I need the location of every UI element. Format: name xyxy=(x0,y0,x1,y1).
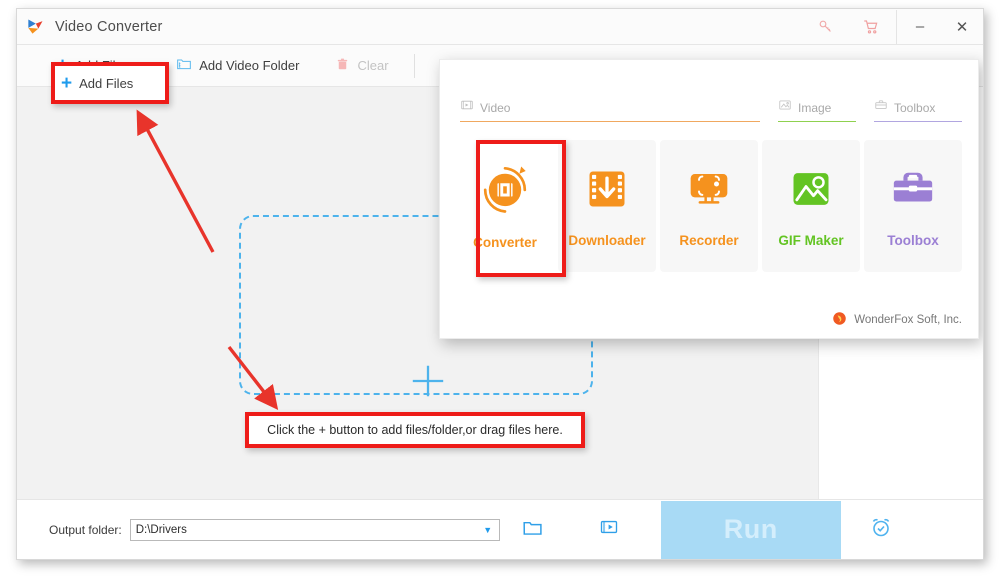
tile-converter[interactable]: Converter xyxy=(456,140,554,272)
alarm-clock-button[interactable] xyxy=(869,515,893,544)
tile-gif-maker-label: GIF Maker xyxy=(778,233,844,248)
add-files-label: Add Files xyxy=(79,75,134,91)
tile-recorder[interactable]: Recorder xyxy=(660,140,758,272)
category-video[interactable]: Video xyxy=(460,98,760,122)
toolbox-tile-icon xyxy=(888,164,938,219)
tile-toolbox[interactable]: Toolbox xyxy=(864,140,962,272)
tile-downloader[interactable]: Downloader xyxy=(558,140,656,272)
add-video-folder-label: Add Video Folder xyxy=(199,58,300,73)
popup-tiles: Converter Downloader Recorder GIF Maker … xyxy=(456,140,962,272)
category-toolbox[interactable]: Toolbox xyxy=(874,98,962,122)
run-button[interactable]: Run xyxy=(660,500,841,559)
output-folder-input[interactable]: D:\Drivers ▼ xyxy=(129,518,500,541)
tile-gif-maker[interactable]: GIF Maker xyxy=(762,140,860,272)
category-toolbox-label: Toolbox xyxy=(894,100,936,115)
picture-icon xyxy=(778,98,792,117)
title-bar-actions: – ✕ xyxy=(802,9,983,44)
merge-video-button[interactable] xyxy=(599,517,619,542)
video-converter-window: Video Converter – ✕ + Add Files ▼ Add Vi… xyxy=(16,8,984,560)
page-title: Video Converter xyxy=(55,18,163,35)
tile-converter-label: Converter xyxy=(473,235,537,250)
tile-toolbox-label: Toolbox xyxy=(887,233,939,248)
wonderfox-play-logo-icon xyxy=(25,17,45,37)
highlight-add-files-content: + Add Files xyxy=(51,62,169,104)
category-video-underline xyxy=(460,120,760,122)
chevron-down-icon[interactable]: ▼ xyxy=(479,521,497,539)
tile-downloader-label: Downloader xyxy=(568,233,646,248)
minimize-button[interactable]: – xyxy=(899,9,941,44)
title-bar: Video Converter – ✕ xyxy=(17,9,983,45)
key-icon[interactable] xyxy=(802,9,848,44)
brand-text: WonderFox Soft, Inc. xyxy=(854,314,962,326)
module-switcher-popup: Video Image Toolbox Converter Downloader… xyxy=(439,59,979,339)
recorder-icon xyxy=(684,164,734,219)
category-video-label: Video xyxy=(480,100,511,115)
film-strip-icon xyxy=(460,98,474,117)
titlebar-divider xyxy=(896,9,897,44)
toolbar-divider xyxy=(413,53,415,78)
category-image-underline xyxy=(778,120,856,122)
drop-hint-text: Click the + button to add files/folder,o… xyxy=(267,423,563,437)
clear-button[interactable]: Clear xyxy=(326,51,397,81)
plus-large-icon[interactable] xyxy=(409,362,447,400)
add-video-folder-button[interactable]: Add Video Folder xyxy=(167,51,308,81)
popup-category-row: Video Image Toolbox xyxy=(460,98,962,132)
toolbox-icon xyxy=(874,98,888,117)
category-image-label: Image xyxy=(798,100,832,115)
downloader-icon xyxy=(582,164,632,219)
browse-folder-button[interactable] xyxy=(522,517,543,543)
category-image[interactable]: Image xyxy=(778,98,856,122)
close-button[interactable]: ✕ xyxy=(941,9,983,44)
gif-maker-icon xyxy=(786,164,836,219)
category-toolbox-underline xyxy=(874,120,962,122)
converter-icon xyxy=(478,162,532,221)
output-folder-label: Output folder: xyxy=(49,522,122,537)
shopping-cart-icon[interactable] xyxy=(848,9,894,44)
clear-label: Clear xyxy=(357,58,389,73)
tile-recorder-label: Recorder xyxy=(679,233,739,248)
trash-icon xyxy=(335,57,350,75)
folder-video-icon xyxy=(176,56,192,75)
plus-icon: + xyxy=(61,72,73,94)
bottom-bar: Output folder: D:\Drivers ▼ Run xyxy=(17,499,983,559)
wonderfox-fox-icon xyxy=(832,311,847,329)
brand-footer: WonderFox Soft, Inc. xyxy=(832,311,962,329)
output-folder-value: D:\Drivers xyxy=(135,523,187,536)
